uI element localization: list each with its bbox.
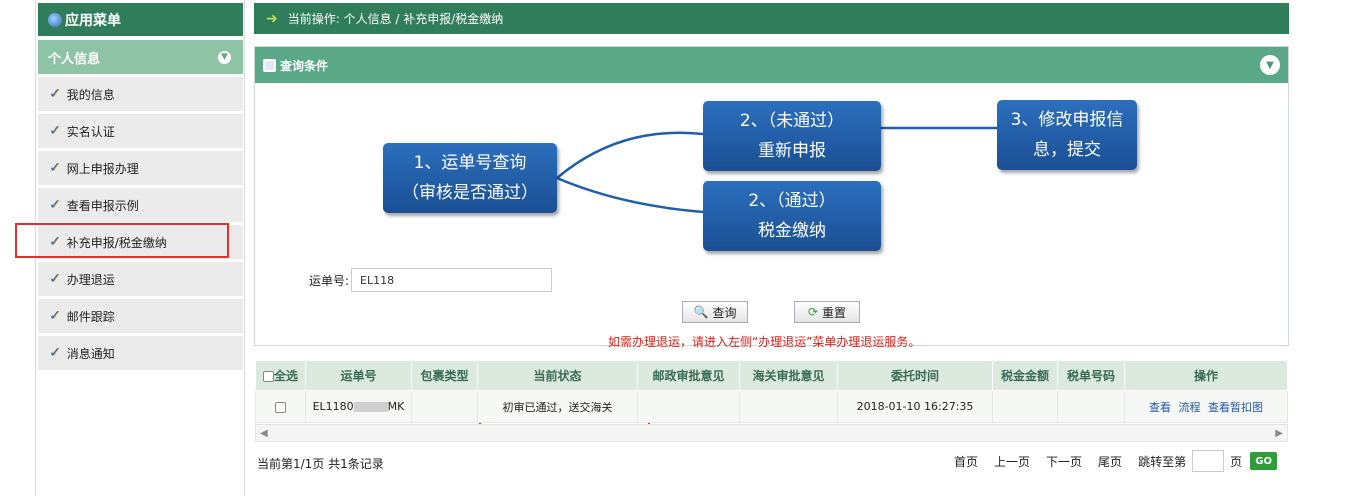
row-package-type <box>411 390 478 423</box>
flow-link[interactable]: 流程 <box>1179 401 1201 414</box>
row-customs-opinion <box>739 390 838 423</box>
jump-label: 跳转至第 <box>1138 454 1187 469</box>
header-waybill: 运单号 <box>305 360 412 391</box>
results-table: 全选 运单号 包裹类型 当前状态 邮政审批意见 海关审批意见 委托时间 税金金额… <box>255 360 1288 423</box>
header-tax-number: 税单号码 <box>1057 360 1125 391</box>
scroll-left-icon[interactable]: ◀ <box>260 428 268 439</box>
connector-pass <box>556 176 704 214</box>
header-package-type: 包裹类型 <box>411 360 478 391</box>
flow-node-text: 重新申报 <box>758 141 826 161</box>
header-status: 当前状态 <box>477 360 638 391</box>
return-notice: 如需办理退运，请进入左侧“办理退运”菜单办理退运服务。 <box>608 335 921 349</box>
flow-node-text: 息，提交 <box>1033 140 1101 160</box>
row-time: 2018-01-10 16:27:35 <box>837 390 993 423</box>
waybill-text: EL1180 <box>312 400 354 413</box>
row-postal-opinion <box>637 390 740 423</box>
header-customs-opinion: 海关审批意见 <box>739 360 838 391</box>
flow-node-text: 1、运单号查询 <box>413 153 527 173</box>
waybill-label: 运单号: <box>309 274 350 288</box>
query-button[interactable]: 🔍 查询 <box>682 301 748 323</box>
flow-node-modify: 3、修改申报信 息，提交 <box>997 100 1137 170</box>
pager: 首页 上一页 下一页 尾页 跳转至第 页 GO <box>954 450 1278 472</box>
select-all-checkbox[interactable] <box>262 371 274 382</box>
go-button[interactable]: GO <box>1250 452 1278 470</box>
reset-button[interactable]: ⟳ 重置 <box>794 301 860 323</box>
flow-node-text: 2、（未通过） <box>739 111 845 131</box>
reset-button-label: 重置 <box>822 305 847 320</box>
row-waybill: EL1180 MK <box>305 390 412 423</box>
connector-fail <box>556 131 704 179</box>
table-header-row: 全选 运单号 包裹类型 当前状态 邮政审批意见 海关审批意见 委托时间 税金金额… <box>255 360 1288 391</box>
prev-page-link[interactable]: 上一页 <box>994 453 1030 470</box>
view-link[interactable]: 查看 <box>1149 401 1171 414</box>
waybill-input[interactable] <box>351 268 552 292</box>
page-number-input[interactable] <box>1192 450 1225 472</box>
last-page-link[interactable]: 尾页 <box>1098 453 1122 470</box>
flow-node-tax-payment: 2、（通过） 税金缴纳 <box>703 181 881 251</box>
scroll-right-icon[interactable]: ▶ <box>1275 428 1283 439</box>
header-actions: 操作 <box>1124 360 1288 391</box>
reset-icon: ⟳ <box>807 305 819 319</box>
query-button-label: 查询 <box>712 305 737 320</box>
table-row: EL1180 MK 初审已通过，送交海关 2018-01-10 16:27:35 … <box>255 390 1288 423</box>
header-label: 全选 <box>273 369 298 383</box>
view-detained-image-link[interactable]: 查看暂扣图 <box>1208 401 1263 414</box>
search-icon: 🔍 <box>693 305 709 319</box>
flow-node-query: 1、运单号查询 （审核是否通过） <box>383 143 557 213</box>
header-select-all[interactable]: 全选 <box>255 360 306 391</box>
header-postal-opinion: 邮政审批意见 <box>637 360 740 391</box>
row-tax-amount <box>992 390 1058 423</box>
pager-summary: 当前第1/1页 共1条记录 <box>257 457 384 471</box>
redacted-mask <box>353 402 388 412</box>
page-unit-label: 页 <box>1230 454 1243 469</box>
header-tax-amount: 税金金额 <box>992 360 1058 391</box>
next-page-link[interactable]: 下一页 <box>1046 453 1082 470</box>
waybill-suffix: MK <box>387 400 405 413</box>
flow-node-text: 税金缴纳 <box>758 221 826 241</box>
first-page-link[interactable]: 首页 <box>954 453 978 470</box>
row-status: 初审已通过，送交海关 <box>477 390 638 423</box>
row-checkbox[interactable] <box>275 401 286 413</box>
header-time: 委托时间 <box>837 360 993 391</box>
flow-node-text: 3、修改申报信 <box>1010 110 1124 130</box>
row-actions: 查看 流程 查看暂扣图 <box>1124 390 1288 423</box>
row-tax-number <box>1057 390 1125 423</box>
flow-node-text: （审核是否通过） <box>402 183 538 203</box>
flow-node-text: 2、（通过） <box>748 191 836 211</box>
horizontal-scrollbar[interactable]: ◀ ▶ <box>255 424 1288 442</box>
row-checkbox-cell[interactable] <box>255 390 306 423</box>
flow-node-resubmit: 2、（未通过） 重新申报 <box>703 101 881 171</box>
